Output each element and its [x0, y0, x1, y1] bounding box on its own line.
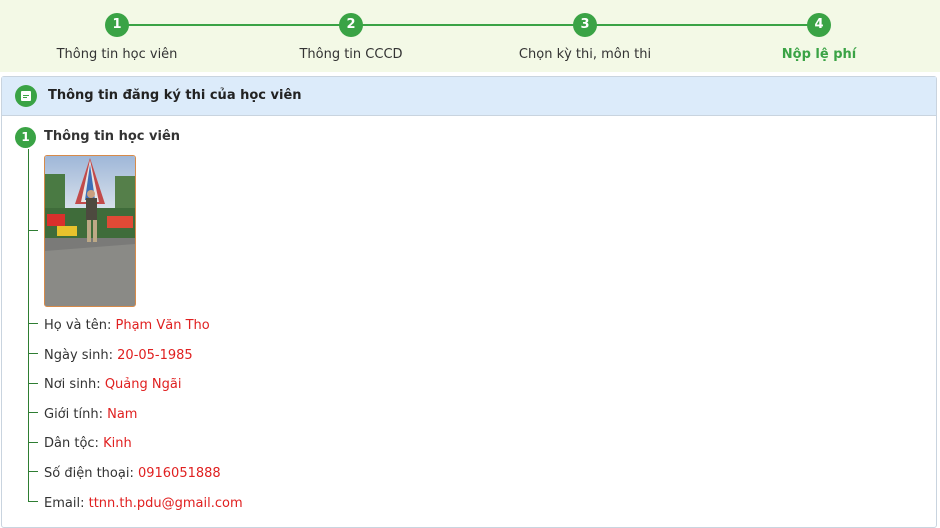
field-value: 20-05-1985	[117, 348, 193, 363]
field-gender: Giới tính: Nam	[44, 407, 137, 422]
tree-branch	[28, 412, 38, 413]
field-ethnicity: Dân tộc: Kinh	[44, 436, 132, 451]
tree-branch	[28, 353, 38, 354]
field-label: Số điện thoại:	[44, 466, 134, 481]
field-place-of-birth: Nơi sinh: Quảng Ngãi	[44, 377, 181, 392]
registration-panel: Thông tin đăng ký thi của học viên 1 Thô…	[1, 76, 937, 528]
field-phone: Số điện thoại: 0916051888	[44, 466, 221, 481]
tree-branch	[28, 230, 38, 231]
step-4-label[interactable]: Nộp lệ phí	[782, 47, 856, 62]
field-label: Nơi sinh:	[44, 377, 101, 392]
field-label: Ngày sinh:	[44, 348, 114, 363]
step-connector	[351, 24, 585, 26]
step-connector	[585, 24, 819, 26]
field-label: Dân tộc:	[44, 436, 99, 451]
section-title: Thông tin học viên	[44, 129, 181, 144]
step-1-label[interactable]: Thông tin học viên	[57, 47, 178, 62]
panel-title: Thông tin đăng ký thi của học viên	[48, 88, 302, 103]
student-photo	[44, 155, 136, 307]
tree-branch	[28, 501, 38, 502]
step-connector	[117, 24, 351, 26]
field-label: Giới tính:	[44, 407, 103, 422]
field-value: ttnn.th.pdu@gmail.com	[88, 496, 243, 511]
field-date-of-birth: Ngày sinh: 20-05-1985	[44, 348, 193, 363]
step-3-circle[interactable]: 3	[573, 13, 597, 37]
student-photo-image	[45, 156, 135, 306]
document-icon	[15, 85, 37, 107]
step-3-label[interactable]: Chọn kỳ thi, môn thi	[519, 47, 651, 62]
tree-branch	[28, 323, 38, 324]
tree-branch	[28, 383, 38, 384]
step-4-circle[interactable]: 4	[807, 13, 831, 37]
panel-header: Thông tin đăng ký thi của học viên	[2, 77, 936, 116]
tree-branch	[28, 471, 38, 472]
tree-line	[28, 149, 29, 501]
field-value: Quảng Ngãi	[104, 377, 182, 392]
field-label: Họ và tên:	[44, 318, 112, 333]
tree-branch	[28, 442, 38, 443]
field-label: Email:	[44, 496, 85, 511]
field-value: Kinh	[103, 436, 132, 451]
field-value: 0916051888	[137, 466, 221, 481]
field-value: Nam	[107, 407, 138, 422]
field-email: Email: ttnn.th.pdu@gmail.com	[44, 496, 243, 511]
field-full-name: Họ và tên: Phạm Văn Tho	[44, 318, 210, 333]
step-1-circle[interactable]: 1	[105, 13, 129, 37]
stepper: 1 2 3 4 Thông tin học viên Thông tin CCC…	[0, 0, 940, 72]
step-2-label[interactable]: Thông tin CCCD	[299, 47, 402, 62]
step-2-circle[interactable]: 2	[339, 13, 363, 37]
section-number-badge: 1	[15, 127, 36, 148]
field-value: Phạm Văn Tho	[115, 318, 210, 333]
